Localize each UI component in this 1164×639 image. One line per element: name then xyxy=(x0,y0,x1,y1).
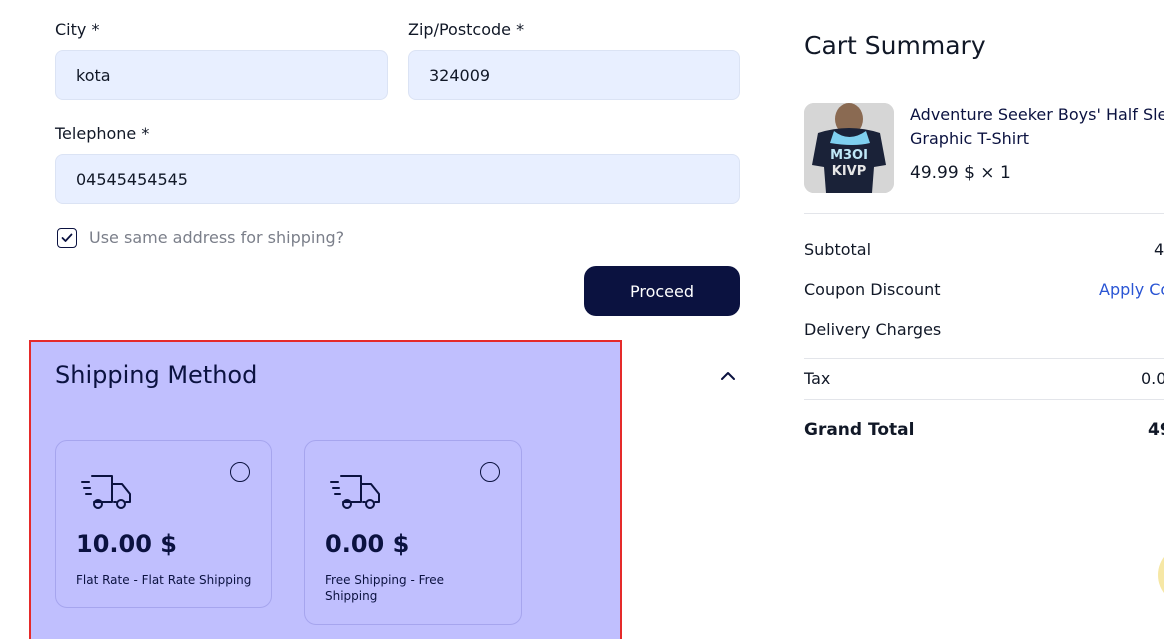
grand-total-label: Grand Total xyxy=(804,420,915,440)
grand-total-value: 49.99 $ xyxy=(1148,420,1164,440)
product-name[interactable]: Adventure Seeker Boys' Half Sleeve Graph… xyxy=(910,103,1164,151)
chevron-up-icon[interactable] xyxy=(718,368,738,384)
zip-input[interactable]: 324009 xyxy=(408,50,740,100)
subtotal-label: Subtotal xyxy=(804,240,872,259)
apply-coupon-link[interactable]: Apply Coupon xyxy=(1099,280,1164,299)
subtotal-value: 49.99 $ xyxy=(1154,240,1164,259)
product-thumbnail: M3OI KIVP xyxy=(804,103,894,193)
free-shipping-name: Free Shipping - Free Shipping xyxy=(325,573,445,603)
free-shipping-radio[interactable] xyxy=(480,462,500,482)
flat-rate-price: 10.00 $ xyxy=(76,530,177,558)
city-label: City * xyxy=(55,20,100,39)
product-price-qty: 49.99 $ × 1 xyxy=(910,163,1011,183)
delivery-charges-label: Delivery Charges xyxy=(804,320,942,339)
city-input[interactable]: kota xyxy=(55,50,388,100)
telephone-input[interactable]: 04545454545 xyxy=(55,154,740,204)
floating-action-button[interactable] xyxy=(1158,545,1164,605)
svg-text:KIVP: KIVP xyxy=(832,164,867,179)
same-address-checkbox[interactable] xyxy=(57,228,77,248)
summary-divider xyxy=(804,213,1164,214)
delivery-truck-icon xyxy=(330,475,380,509)
telephone-label: Telephone * xyxy=(55,124,150,143)
shipping-method-title: Shipping Method xyxy=(55,361,258,389)
free-shipping-price: 0.00 $ xyxy=(325,530,410,558)
svg-text:M3OI: M3OI xyxy=(830,148,868,163)
coupon-discount-label: Coupon Discount xyxy=(804,280,941,299)
summary-divider xyxy=(804,358,1164,359)
delivery-truck-icon xyxy=(81,475,131,509)
same-address-label: Use same address for shipping? xyxy=(89,228,345,247)
summary-divider xyxy=(804,399,1164,400)
tax-label: Tax xyxy=(804,369,831,388)
flat-rate-name: Flat Rate - Flat Rate Shipping xyxy=(76,573,252,587)
flat-rate-radio[interactable] xyxy=(230,462,250,482)
checkmark-icon xyxy=(61,233,73,242)
zip-label: Zip/Postcode * xyxy=(408,20,525,39)
tax-value: 0.00 $ xyxy=(1141,369,1164,388)
cart-summary-title: Cart Summary xyxy=(804,31,986,60)
proceed-button[interactable]: Proceed xyxy=(584,266,740,316)
